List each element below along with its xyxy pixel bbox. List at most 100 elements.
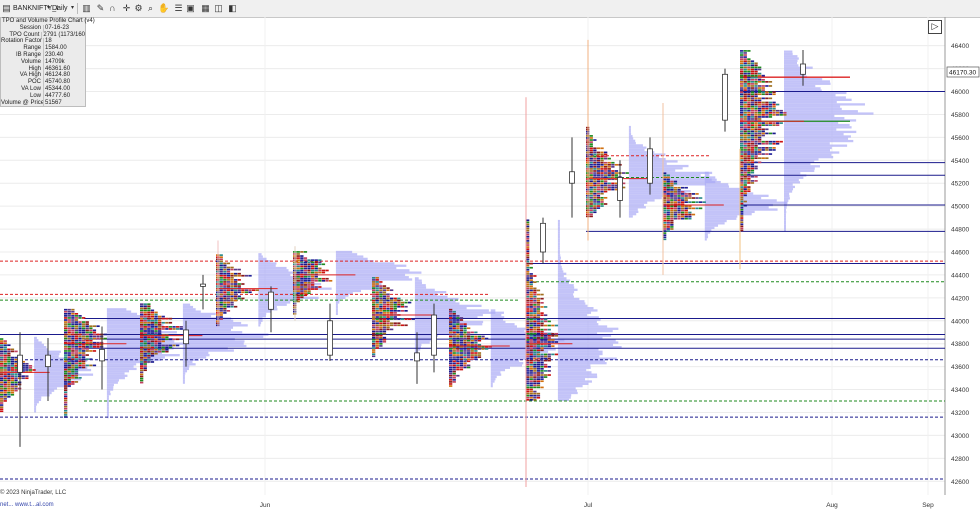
tpo-block	[64, 368, 68, 371]
zoom-icon[interactable]: ⌕	[145, 3, 156, 14]
tpo-block	[529, 326, 533, 329]
tpo-chart-canvas[interactable]: 4260042800430004320043400436004380044000…	[0, 17, 980, 509]
crosshair-icon[interactable]: ✛	[121, 3, 132, 14]
tpo-block	[92, 333, 97, 336]
tpo-block	[386, 293, 390, 296]
tpo-block	[740, 50, 744, 52]
chart-trader-icon[interactable]: ◫	[213, 3, 224, 14]
tpo-block	[158, 323, 162, 326]
tpo-block	[750, 134, 755, 137]
tpo-block	[379, 320, 383, 322]
tpo-block	[743, 74, 747, 77]
tpo-block	[379, 310, 383, 312]
tpo-block	[372, 310, 376, 312]
collapse-panel-button[interactable]: ▷	[928, 20, 942, 34]
tpo-block	[311, 277, 315, 280]
bar-chart-icon[interactable]: ▥	[81, 3, 92, 14]
tpo-block	[747, 130, 751, 133]
data-box-icon[interactable]: ▦	[200, 3, 211, 14]
tpo-block	[0, 365, 4, 367]
tpo-block	[750, 95, 755, 98]
tpo-block	[300, 277, 304, 280]
volume-bar	[784, 64, 799, 67]
gear-icon[interactable]: ⚙	[133, 3, 144, 14]
tpo-block	[536, 322, 541, 325]
tpo-block	[71, 339, 75, 342]
tpo-block	[452, 366, 456, 369]
tpo-block	[536, 299, 541, 302]
screenshot-icon[interactable]: ▣	[185, 3, 196, 14]
tpo-block	[452, 315, 456, 317]
tpo-block	[390, 303, 394, 306]
tpo-block	[540, 332, 544, 335]
magnet-icon[interactable]: ∩	[107, 3, 118, 14]
tpo-block	[71, 362, 75, 365]
y-tick-label: 45200	[951, 181, 969, 188]
tpo-block	[536, 306, 541, 308]
tpo-block	[589, 199, 593, 201]
tpo-block	[533, 297, 537, 300]
pencil-icon[interactable]: ✎	[95, 3, 106, 14]
tpo-block	[529, 332, 533, 335]
volume-bar	[557, 352, 603, 356]
tpo-block	[459, 366, 464, 369]
tpo-block	[740, 105, 744, 108]
interval-selector[interactable]: Daily	[52, 3, 68, 14]
tpo-block	[772, 114, 776, 116]
tpo-block	[533, 291, 537, 294]
tpo-block	[544, 363, 548, 366]
tpo-block	[754, 147, 758, 149]
tpo-block	[300, 265, 304, 268]
tpo-block	[78, 321, 82, 323]
tpo-block	[0, 356, 4, 359]
tpo-block	[463, 331, 467, 334]
tpo-block	[379, 307, 383, 310]
tpo-block	[382, 303, 387, 306]
tpo-block	[71, 308, 75, 311]
volume-bar	[414, 323, 483, 326]
stats-row: TPO Count 2791 (1173/160	[1, 31, 85, 39]
tpo-block	[64, 310, 68, 313]
tpo-block	[761, 97, 765, 100]
tpo-block	[533, 304, 537, 306]
tpo-block	[456, 327, 460, 330]
tpo-block	[372, 355, 376, 358]
tpo-block	[593, 192, 597, 195]
volume-bar	[182, 370, 188, 373]
tpo-block	[772, 101, 776, 104]
footer-link[interactable]: net... www.t...al.com	[0, 502, 54, 508]
tpo-block	[219, 318, 223, 320]
tpo-block	[533, 328, 537, 331]
tpo-block	[758, 66, 762, 69]
volume-bar	[106, 365, 134, 368]
tpo-block	[666, 207, 670, 210]
tpo-block	[547, 334, 551, 337]
tpo-block	[64, 331, 68, 334]
hand-icon[interactable]: ✋	[158, 3, 169, 14]
tpo-block	[750, 116, 755, 118]
tpo-block	[296, 251, 300, 253]
strategies-icon[interactable]: ◧	[227, 3, 238, 14]
chart-menu-icon[interactable]: ▤	[1, 3, 12, 14]
tpo-block	[386, 312, 390, 314]
tpo-block	[768, 101, 773, 104]
tpo-block	[456, 360, 460, 363]
volume-bar	[557, 366, 591, 369]
volume-bar	[34, 396, 42, 399]
properties-icon[interactable]: ☰	[173, 3, 184, 14]
volume-bar	[335, 255, 364, 258]
volume-bar	[335, 301, 340, 304]
tpo-block	[747, 83, 751, 85]
tpo-block	[82, 354, 86, 356]
volume-bar	[784, 142, 830, 145]
tpo-block	[604, 182, 608, 185]
volume-bar	[182, 360, 193, 364]
tpo-block	[607, 174, 611, 176]
tpo-block	[684, 197, 688, 199]
tpo-block	[529, 388, 533, 391]
tpo-block	[140, 323, 144, 326]
tpo-block	[379, 318, 383, 320]
tpo-block	[533, 301, 537, 304]
tpo-block	[529, 349, 533, 352]
tpo-block	[743, 116, 747, 118]
